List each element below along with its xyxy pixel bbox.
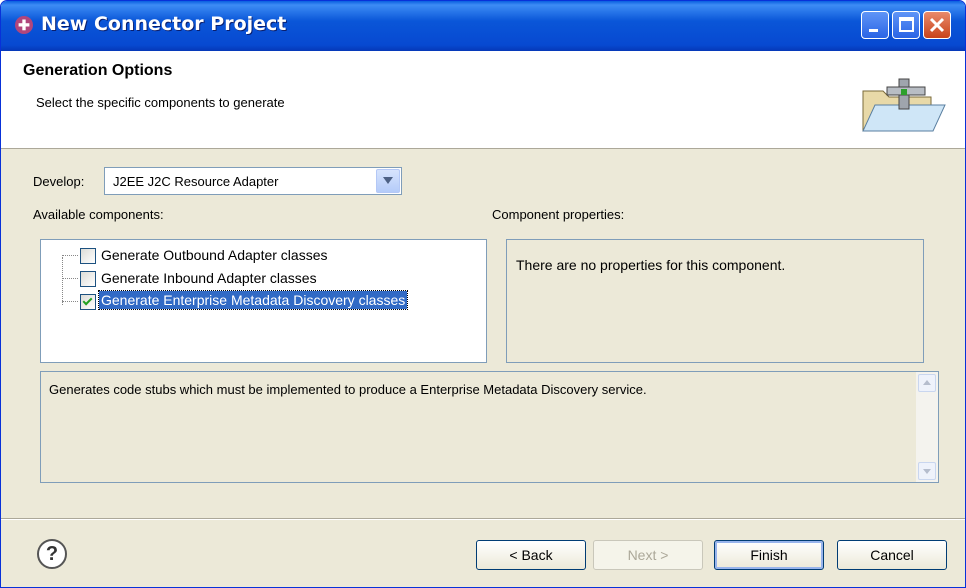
tree-item-label: Generate Inbound Adapter classes <box>101 270 317 286</box>
develop-select[interactable]: J2EE J2C Resource Adapter <box>104 167 402 195</box>
scroll-up-button[interactable] <box>918 374 936 392</box>
close-button[interactable] <box>923 11 951 39</box>
tree-branch-line <box>62 255 78 256</box>
arrow-down-icon <box>923 469 931 474</box>
cancel-button[interactable]: Cancel <box>837 540 947 570</box>
dropdown-button[interactable] <box>376 169 400 193</box>
tree-branch-line <box>62 278 78 279</box>
checkmark-icon <box>82 295 93 306</box>
back-button[interactable]: < Back <box>476 540 586 570</box>
inbound-checkbox[interactable] <box>80 271 96 287</box>
develop-label: Develop: <box>33 174 85 189</box>
component-properties-panel: There are no properties for this compone… <box>506 239 924 363</box>
page-title: Generation Options <box>23 62 173 79</box>
connector-folder-icon <box>862 78 946 132</box>
minimize-icon <box>869 29 878 32</box>
title-bar[interactable]: ✚ New Connector Project <box>1 1 965 51</box>
help-button[interactable]: ? <box>37 539 67 569</box>
tree-branch-line <box>62 301 78 302</box>
maximize-button[interactable] <box>892 11 920 39</box>
scroll-down-button[interactable] <box>918 462 936 480</box>
tree-connector-line <box>62 257 63 305</box>
available-components-label: Available components: <box>33 207 164 222</box>
outbound-checkbox[interactable] <box>80 248 96 264</box>
tree-item-label: Generate Enterprise Metadata Discovery c… <box>97 290 409 310</box>
dialog-window: ✚ New Connector Project Generation Optio… <box>0 0 966 588</box>
next-button[interactable]: Next > <box>593 540 703 570</box>
develop-select-value: J2EE J2C Resource Adapter <box>113 174 279 189</box>
page-message: Select the specific components to genera… <box>36 95 285 110</box>
maximize-icon <box>899 17 914 32</box>
minimize-button[interactable] <box>861 11 889 39</box>
emd-checkbox[interactable] <box>80 294 96 310</box>
footer-separator <box>1 518 965 520</box>
arrow-up-icon <box>923 380 931 385</box>
description-scrollbar[interactable] <box>916 372 938 482</box>
window-title: New Connector Project <box>41 13 287 35</box>
wizard-banner: Generation Options Select the specific c… <box>1 51 965 149</box>
app-icon: ✚ <box>15 16 33 34</box>
component-properties-label: Component properties: <box>492 207 625 222</box>
chevron-down-icon <box>383 177 393 184</box>
tree-item-label: Generate Outbound Adapter classes <box>101 247 328 263</box>
properties-empty-text: There are no properties for this compone… <box>516 257 786 273</box>
description-box[interactable]: Generates code stubs which must be imple… <box>40 371 939 483</box>
close-icon <box>929 17 945 33</box>
finish-button[interactable]: Finish <box>714 540 824 570</box>
description-text: Generates code stubs which must be imple… <box>49 382 647 397</box>
